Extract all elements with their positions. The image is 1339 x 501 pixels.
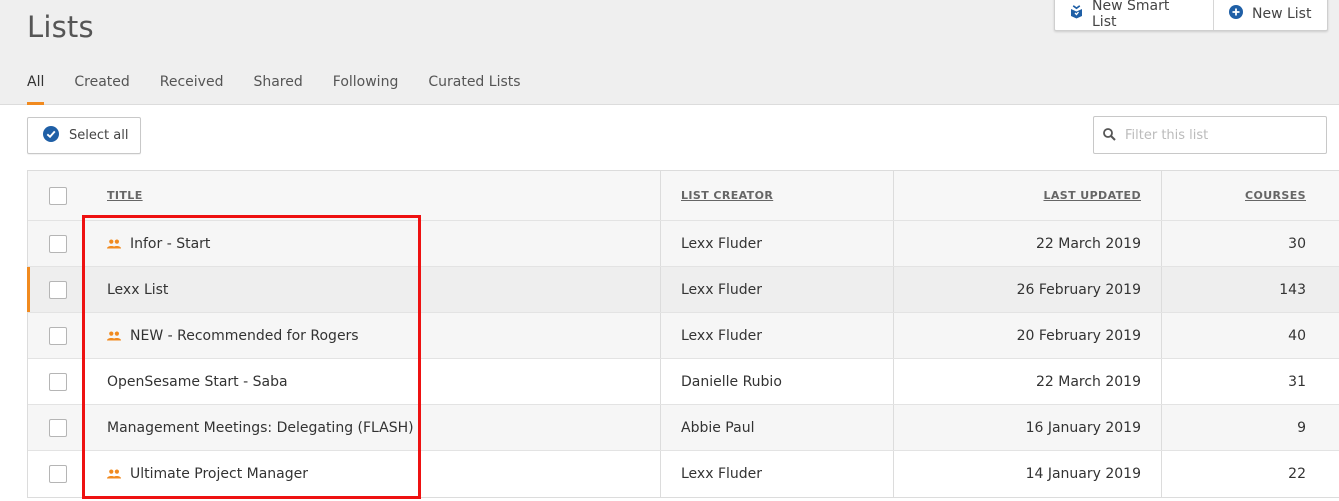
table-row[interactable]: Lexx List Lexx Fluder 26 February 2019 1… [27,267,1339,313]
list-creator: Lexx Fluder [661,267,894,312]
list-title-link[interactable]: OpenSesame Start - Saba [107,374,288,390]
header-actions: New Smart List New List [1054,0,1328,31]
smart-list-icon [1070,4,1092,23]
row-checkbox[interactable] [48,280,67,299]
select-all-button[interactable]: Select all [27,117,141,154]
new-smart-list-label: New Smart List [1092,0,1170,30]
sort-by-courses[interactable]: COURSES [1245,189,1306,202]
row-title-cell: NEW - Recommended for Rogers [87,313,661,358]
list-title-link[interactable]: Management Meetings: Delegating (FLASH) [107,420,414,436]
plus-circle-icon [1229,4,1252,23]
course-count: 30 [1288,235,1306,252]
course-count: 31 [1288,373,1306,390]
courses-column-header: COURSES [1162,171,1339,220]
row-checkbox-cell [28,359,87,404]
row-title-cell: Lexx List [87,267,661,312]
row-checkbox[interactable] [48,372,67,391]
new-list-label: New List [1252,5,1312,22]
last-updated: 22 March 2019 [894,221,1162,266]
row-checkbox[interactable] [48,234,67,253]
select-all-checkbox[interactable] [48,186,67,205]
course-count: 9 [1297,419,1306,436]
row-title-cell: Infor - Start [87,221,661,266]
tab-following[interactable]: Following [333,74,399,105]
new-smart-list-button[interactable]: New Smart List [1055,0,1213,30]
table-row[interactable]: Infor - Start Lexx Fluder 22 March 2019 … [28,221,1339,267]
last-updated: 16 January 2019 [894,405,1162,450]
row-checkbox[interactable] [48,465,67,483]
page-header: Lists New Smart List New List All Create… [0,0,1339,105]
creator-column-header: LIST CREATOR [661,171,894,220]
list-creator: Abbie Paul [661,405,894,450]
row-checkbox[interactable] [48,326,67,345]
row-checkbox-cell [28,313,87,358]
row-checkbox-cell [28,221,87,266]
table-row[interactable]: Management Meetings: Delegating (FLASH) … [28,405,1339,451]
select-all-label: Select all [69,128,129,143]
filter-box [1093,116,1327,154]
list-creator: Lexx Fluder [661,451,894,497]
row-title-cell: OpenSesame Start - Saba [87,359,661,404]
sort-by-creator[interactable]: LIST CREATOR [681,189,773,202]
people-icon [107,331,121,341]
list-title-link[interactable]: Infor - Start [130,236,210,252]
sort-by-last-updated[interactable]: LAST UPDATED [1043,189,1141,202]
row-title-cell: Ultimate Project Manager [87,451,661,497]
lists-table: TITLE LIST CREATOR LAST UPDATED COURSES [27,170,1339,498]
table-header-row: TITLE LIST CREATOR LAST UPDATED COURSES [28,171,1339,221]
table-row[interactable]: Ultimate Project Manager Lexx Fluder 14 … [28,451,1339,497]
row-checkbox-cell [28,267,87,312]
filter-input[interactable] [1125,127,1315,143]
tab-curated-lists[interactable]: Curated Lists [428,74,520,105]
row-checkbox[interactable] [48,418,67,437]
check-circle-icon [43,125,69,146]
tab-shared[interactable]: Shared [253,74,302,105]
last-updated: 20 February 2019 [894,313,1162,358]
last-updated: 26 February 2019 [894,267,1162,312]
row-checkbox-cell [28,405,87,450]
list-creator: Lexx Fluder [661,313,894,358]
new-list-button[interactable]: New List [1213,0,1327,30]
row-checkbox-cell [28,451,87,497]
list-title-link[interactable]: Lexx List [107,282,168,298]
row-title-cell: Management Meetings: Delegating (FLASH) [87,405,661,450]
course-count: 22 [1288,466,1306,482]
updated-column-header: LAST UPDATED [894,171,1162,220]
tab-all[interactable]: All [27,74,45,105]
tab-created[interactable]: Created [74,74,129,105]
last-updated: 14 January 2019 [894,451,1162,497]
list-title-link[interactable]: NEW - Recommended for Rogers [130,328,359,344]
list-title-link[interactable]: Ultimate Project Manager [130,466,308,482]
page-title: Lists [27,10,94,44]
people-icon [107,469,121,479]
search-icon [1103,126,1116,145]
list-tabs: All Created Received Shared Following Cu… [27,74,551,105]
table-row[interactable]: NEW - Recommended for Rogers Lexx Fluder… [28,313,1339,359]
course-count: 40 [1288,327,1306,344]
people-icon [107,239,121,249]
header-checkbox-cell [28,171,87,220]
table-row[interactable]: OpenSesame Start - Saba Danielle Rubio 2… [28,359,1339,405]
list-creator: Danielle Rubio [661,359,894,404]
last-updated: 22 March 2019 [894,359,1162,404]
tab-received[interactable]: Received [160,74,224,105]
course-count: 143 [1279,281,1306,298]
title-column-header: TITLE [87,171,661,220]
list-creator: Lexx Fluder [661,221,894,266]
sort-by-title[interactable]: TITLE [107,189,143,202]
